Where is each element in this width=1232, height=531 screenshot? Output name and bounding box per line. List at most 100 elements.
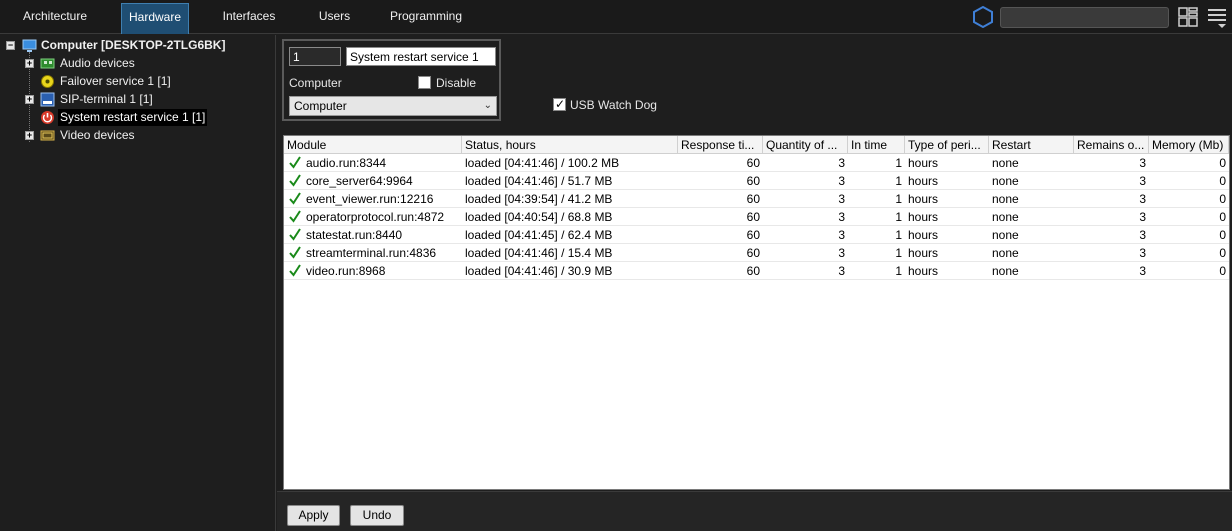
cell-type-of-period: hours — [908, 210, 939, 224]
tree-node-label: Computer [DESKTOP-2TLG6BK] — [41, 38, 226, 52]
power-icon — [41, 111, 54, 124]
tree-node-label: Video devices — [60, 128, 135, 142]
cell-restart: none — [992, 210, 1019, 224]
expand-icon[interactable]: + — [25, 131, 34, 140]
table-row[interactable]: event_viewer.run:12216 loaded [04:39:54] … — [284, 190, 1229, 208]
column-header-remains[interactable]: Remains o... — [1074, 136, 1149, 154]
column-header-module[interactable]: Module — [284, 136, 462, 154]
hamburger-menu-icon[interactable] — [1207, 7, 1227, 29]
tab-users[interactable]: Users — [307, 3, 362, 34]
id-field[interactable] — [289, 47, 341, 66]
table-row[interactable]: statestat.run:8440 loaded [04:41:45] / 62… — [284, 226, 1229, 244]
tree-node-failover-service[interactable]: Failover service 1 [1] — [0, 73, 270, 90]
cell-in-time: 1 — [895, 246, 902, 260]
apply-button[interactable]: Apply — [287, 505, 340, 526]
cell-restart: none — [992, 192, 1019, 206]
table-row[interactable]: streamterminal.run:4836 loaded [04:41:46]… — [284, 244, 1229, 262]
column-header-memory[interactable]: Memory (Mb) — [1149, 136, 1229, 154]
computer-label: Computer — [289, 76, 342, 90]
cell-in-time: 1 — [895, 174, 902, 188]
status-ok-check-icon — [289, 210, 301, 223]
expand-icon[interactable]: + — [25, 95, 34, 104]
cell-module: video.run:8968 — [306, 264, 386, 278]
status-ok-check-icon — [289, 192, 301, 205]
checkmark-icon: ✓ — [555, 97, 566, 111]
top-nav-bar: Architecture Hardware Interfaces Users P… — [0, 0, 1232, 34]
cell-module: streamterminal.run:4836 — [306, 246, 437, 260]
tree-node-sip-terminal[interactable]: + SIP-terminal 1 [1] — [0, 91, 270, 108]
usb-watchdog-checkbox[interactable]: ✓ — [553, 97, 566, 111]
tree-node-system-restart-service[interactable]: System restart service 1 [1] — [0, 109, 270, 126]
cell-status: loaded [04:41:46] / 100.2 MB — [465, 156, 620, 170]
expand-icon[interactable]: + — [25, 59, 34, 68]
collapse-icon[interactable]: − — [6, 41, 15, 50]
column-header-type-of-period[interactable]: Type of peri... — [905, 136, 989, 154]
table-row[interactable]: video.run:8968 loaded [04:41:46] / 30.9 M… — [284, 262, 1229, 280]
tab-interfaces[interactable]: Interfaces — [215, 3, 283, 34]
bottom-action-bar: Apply Undo — [277, 491, 1232, 531]
cell-module: audio.run:8344 — [306, 156, 387, 170]
cell-memory: 0 — [1219, 264, 1226, 278]
computer-select[interactable]: Computer ⌄ — [289, 96, 497, 116]
hexagon-logo-icon[interactable] — [972, 6, 994, 28]
cell-in-time: 1 — [895, 156, 902, 170]
cell-in-time: 1 — [895, 228, 902, 242]
cell-type-of-period: hours — [908, 156, 939, 170]
table-row[interactable]: audio.run:8344 loaded [04:41:46] / 100.2 … — [284, 154, 1229, 172]
tree-node-computer[interactable]: − Computer [DESKTOP-2TLG6BK] — [0, 37, 270, 54]
cell-remains: 3 — [1139, 228, 1146, 242]
cell-response-time: 60 — [746, 174, 760, 188]
cell-response-time: 60 — [746, 210, 760, 224]
cell-response-time: 60 — [746, 246, 760, 260]
cell-remains: 3 — [1139, 156, 1146, 170]
tab-architecture[interactable]: Architecture — [15, 3, 95, 34]
cell-in-time: 1 — [895, 264, 902, 278]
disable-checkbox[interactable] — [418, 76, 431, 89]
settings-group: Computer Disable Computer ⌄ — [282, 39, 501, 121]
tree-node-label: Audio devices — [60, 56, 135, 70]
modules-table: Module Status, hours Response ti... Quan… — [283, 135, 1230, 490]
cell-quantity: 3 — [838, 174, 845, 188]
status-ok-check-icon — [289, 228, 301, 241]
cell-remains: 3 — [1139, 246, 1146, 260]
cell-response-time: 60 — [746, 228, 760, 242]
search-input[interactable] — [1000, 7, 1169, 28]
cell-memory: 0 — [1219, 246, 1226, 260]
cell-memory: 0 — [1219, 174, 1226, 188]
status-ok-check-icon — [289, 246, 301, 259]
table-row[interactable]: operatorprotocol.run:4872 loaded [04:40:5… — [284, 208, 1229, 226]
tree-node-video-devices[interactable]: + Video devices — [0, 127, 270, 144]
column-header-in-time[interactable]: In time — [848, 136, 905, 154]
column-header-quantity[interactable]: Quantity of ... — [763, 136, 848, 154]
cell-status: loaded [04:39:54] / 41.2 MB — [465, 192, 613, 206]
cell-status: loaded [04:41:46] / 15.4 MB — [465, 246, 613, 260]
table-row[interactable]: core_server64:9964 loaded [04:41:46] / 51… — [284, 172, 1229, 190]
tab-programming[interactable]: Programming — [388, 3, 464, 34]
column-header-restart[interactable]: Restart — [989, 136, 1074, 154]
tree-node-audio-devices[interactable]: + Audio devices — [0, 55, 270, 72]
cell-remains: 3 — [1139, 174, 1146, 188]
cell-memory: 0 — [1219, 156, 1226, 170]
cell-quantity: 3 — [838, 192, 845, 206]
name-field[interactable] — [346, 47, 496, 66]
sip-icon — [40, 92, 55, 107]
cell-restart: none — [992, 246, 1019, 260]
failover-gear-icon — [41, 75, 54, 88]
cell-memory: 0 — [1219, 192, 1226, 206]
cell-type-of-period: hours — [908, 174, 939, 188]
cell-in-time: 1 — [895, 192, 902, 206]
cell-type-of-period: hours — [908, 264, 939, 278]
cell-restart: none — [992, 228, 1019, 242]
tab-hardware[interactable]: Hardware — [121, 3, 189, 34]
undo-button[interactable]: Undo — [350, 505, 404, 526]
hardware-tree-panel: − Computer [DESKTOP-2TLG6BK] + Audio dev… — [0, 35, 276, 531]
column-header-response-time[interactable]: Response ti... — [678, 136, 763, 154]
cell-status: loaded [04:41:46] / 51.7 MB — [465, 174, 613, 188]
layout-grid-icon[interactable] — [1178, 7, 1198, 27]
audio-board-icon — [40, 58, 55, 69]
column-header-status[interactable]: Status, hours — [462, 136, 678, 154]
tree-node-label: Failover service 1 [1] — [60, 74, 171, 88]
cell-restart: none — [992, 156, 1019, 170]
status-ok-check-icon — [289, 174, 301, 187]
status-ok-check-icon — [289, 264, 301, 277]
